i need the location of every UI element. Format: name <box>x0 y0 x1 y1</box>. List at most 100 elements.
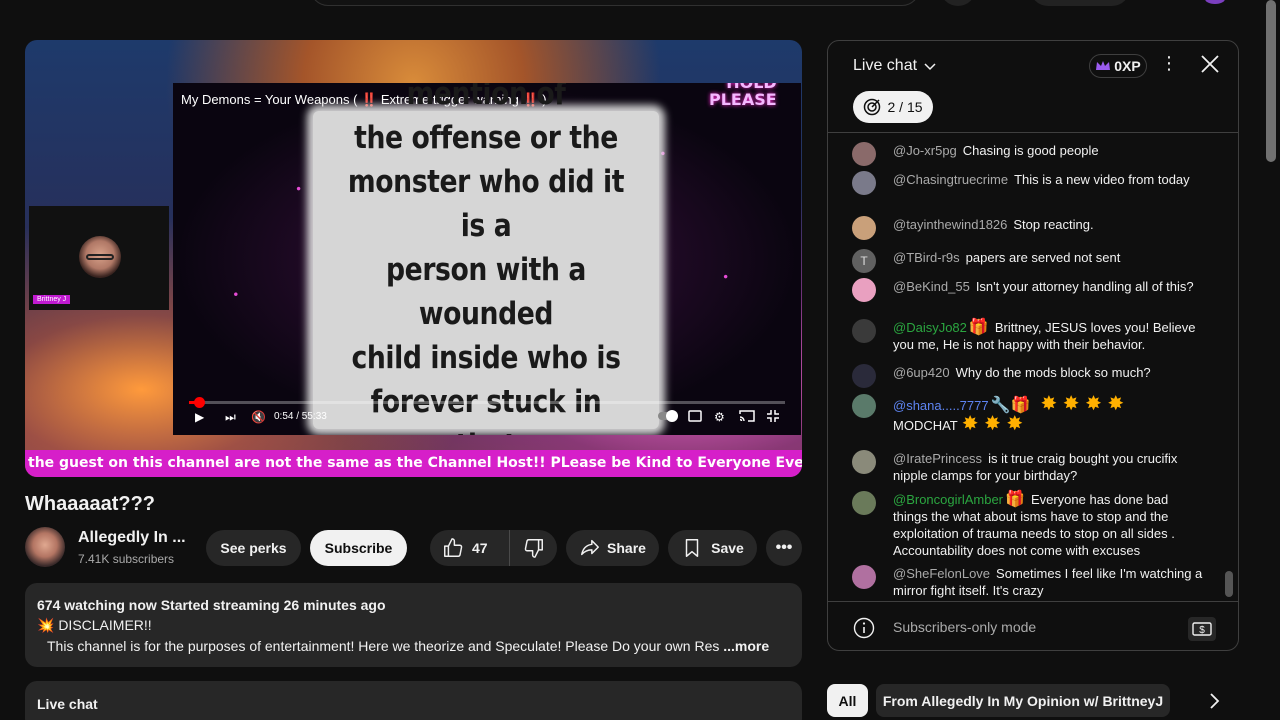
chat-avatar[interactable] <box>852 394 876 418</box>
dislike-button[interactable] <box>510 530 557 566</box>
chat-avatar[interactable]: T <box>852 249 876 273</box>
cast-icon[interactable] <box>739 410 755 425</box>
create-button[interactable] <box>1030 0 1130 6</box>
fullscreen-exit-icon[interactable] <box>767 410 779 425</box>
chat-author[interactable]: @Chasingtruecrime <box>893 172 1008 187</box>
chat-author[interactable]: @tayinthewind1826 <box>893 217 1007 232</box>
chat-text: MODCHAT <box>893 418 958 433</box>
embedded-video: My Demons = Your Weapons ( ‼️ Extreme tr… <box>173 83 801 435</box>
video-player[interactable]: Brittney J My Demons = Your Weapons ( ‼️… <box>25 40 802 477</box>
chat-text: Chasing is good people <box>962 143 1099 158</box>
quote-line: the offense or the <box>354 120 618 156</box>
thumbs-down-icon <box>524 539 543 558</box>
more-actions-button[interactable]: ••• <box>766 530 802 566</box>
mute-icon[interactable]: 🔇 <box>251 410 266 424</box>
chat-mode-dropdown[interactable]: Live chat <box>853 57 937 75</box>
chat-message-body: @BeKind_55 Isn't your attorney handling a… <box>893 278 1203 295</box>
chip-from-channel[interactable]: From Allegedly In My Opinion w/ Brittney… <box>876 684 1170 717</box>
close-icon[interactable] <box>1199 53 1221 75</box>
avatar-initial: T <box>860 253 868 268</box>
see-perks-button[interactable]: See perks <box>206 530 301 566</box>
quote-line: monster who did it is a <box>347 164 625 244</box>
chat-author[interactable]: @IratePrincess <box>893 451 982 466</box>
chat-text: Isn't your attorney handling all of this… <box>975 279 1194 294</box>
chat-message-body: @TBird-r9s papers are served not sent <box>893 249 1203 266</box>
progress-bar[interactable] <box>189 397 785 408</box>
chat-avatar[interactable] <box>852 491 876 515</box>
progress-knob[interactable] <box>193 397 205 408</box>
like-button[interactable]: 47 <box>430 530 510 566</box>
target-icon <box>864 98 881 116</box>
moderator-wrench-icon: 🔧🎁 <box>990 397 1031 414</box>
search-input[interactable] <box>310 0 920 6</box>
top-bar <box>0 0 1280 6</box>
page-scrollbar[interactable] <box>1266 0 1276 162</box>
webcam-label: Brittney J <box>33 295 71 304</box>
chat-message-body: @SheFelonLove Sometimes I feel like I'm w… <box>893 565 1203 599</box>
info-icon[interactable] <box>853 617 875 639</box>
chat-author[interactable]: @Jo-xr5pg <box>893 143 957 158</box>
hold-please-logo: HOLD PLEASE <box>709 83 777 108</box>
chat-message-body: @Chasingtruecrime This is a new video fro… <box>893 171 1203 188</box>
please-line: PLEASE <box>709 90 777 109</box>
channel-name[interactable]: Allegedly In ... <box>78 529 186 547</box>
show-more-link[interactable]: ...more <box>719 638 769 654</box>
subscriber-count: 7.41K subscribers <box>78 552 175 566</box>
description-stats: 674 watching now Started streaming 26 mi… <box>37 597 386 613</box>
voice-search-button[interactable] <box>940 0 976 6</box>
chat-avatar[interactable] <box>852 171 876 195</box>
chat-messages: @Jo-xr5pg Chasing is good people @Chasingt… <box>828 133 1238 601</box>
chat-more-options-icon[interactable]: ⋮ <box>1160 53 1178 74</box>
xp-badge[interactable]: 0XP <box>1089 54 1147 78</box>
account-avatar[interactable] <box>1205 0 1225 4</box>
chat-avatar[interactable] <box>852 450 876 474</box>
description-line: This channel is for the purposes of ente… <box>47 638 769 654</box>
description-box[interactable]: 674 watching now Started streaming 26 mi… <box>25 583 802 667</box>
play-icon[interactable]: ▶ <box>195 410 204 424</box>
bookmark-icon <box>685 539 699 557</box>
chat-author[interactable]: @BroncogirlAmber <box>893 492 1003 507</box>
disclaimer-strip: the guest on this channel are not the sa… <box>25 450 802 477</box>
chat-scrollbar[interactable] <box>1225 571 1233 597</box>
thumbs-up-icon <box>444 538 463 557</box>
captions-icon[interactable] <box>688 410 702 425</box>
share-label: Share <box>607 540 646 556</box>
description-line: 💥 DISCLAIMER!! <box>37 617 152 633</box>
member-badge-icon: 🎁 <box>1005 491 1025 508</box>
like-dislike-group: 47 <box>430 530 557 566</box>
subscribe-button[interactable]: Subscribe <box>310 530 407 566</box>
save-button[interactable]: Save <box>668 530 757 566</box>
chat-avatar[interactable] <box>852 216 876 240</box>
time-display: 0:54 / 55:33 <box>274 411 327 422</box>
next-icon[interactable]: ⏭ <box>225 410 236 425</box>
chat-avatar[interactable] <box>852 364 876 388</box>
like-count: 47 <box>472 540 488 556</box>
chat-text: This is a new video from today <box>1014 172 1190 187</box>
live-chat-bar-label: Live chat <box>37 696 98 712</box>
chat-author[interactable]: @DaisyJo82 <box>893 320 967 335</box>
live-chat-bar[interactable]: Live chat <box>25 681 802 720</box>
super-chat-button[interactable]: $ <box>1188 617 1216 641</box>
more-horizontal-icon: ••• <box>775 539 793 556</box>
chat-author[interactable]: @SheFelonLove <box>893 566 990 581</box>
chat-author[interactable]: @TBird-r9s <box>893 250 960 265</box>
settings-gear-icon[interactable]: ⚙ <box>714 410 725 424</box>
quote-card: Behind every mention of the offense or th… <box>313 83 659 435</box>
save-label: Save <box>711 540 744 556</box>
share-button[interactable]: Share <box>566 530 659 566</box>
chat-title: Live chat <box>853 57 918 74</box>
chevron-right-icon[interactable] <box>1203 690 1225 712</box>
chat-author[interactable]: @BeKind_55 <box>893 279 970 294</box>
chat-avatar[interactable] <box>852 142 876 166</box>
chat-author[interactable]: @shana.....7777 <box>893 398 989 413</box>
chat-avatar[interactable] <box>852 319 876 343</box>
chat-message-body: @tayinthewind1826 Stop reacting. <box>893 216 1203 233</box>
chip-all[interactable]: All <box>827 684 868 717</box>
chat-avatar[interactable] <box>852 278 876 302</box>
chat-goal-pill[interactable]: 2 / 15 <box>853 91 933 123</box>
quote-line: Behind every mention of <box>406 83 566 112</box>
autoplay-toggle[interactable] <box>657 409 679 426</box>
chat-avatar[interactable] <box>852 565 876 589</box>
channel-avatar[interactable] <box>25 527 65 567</box>
chat-author[interactable]: @6up420 <box>893 365 950 380</box>
